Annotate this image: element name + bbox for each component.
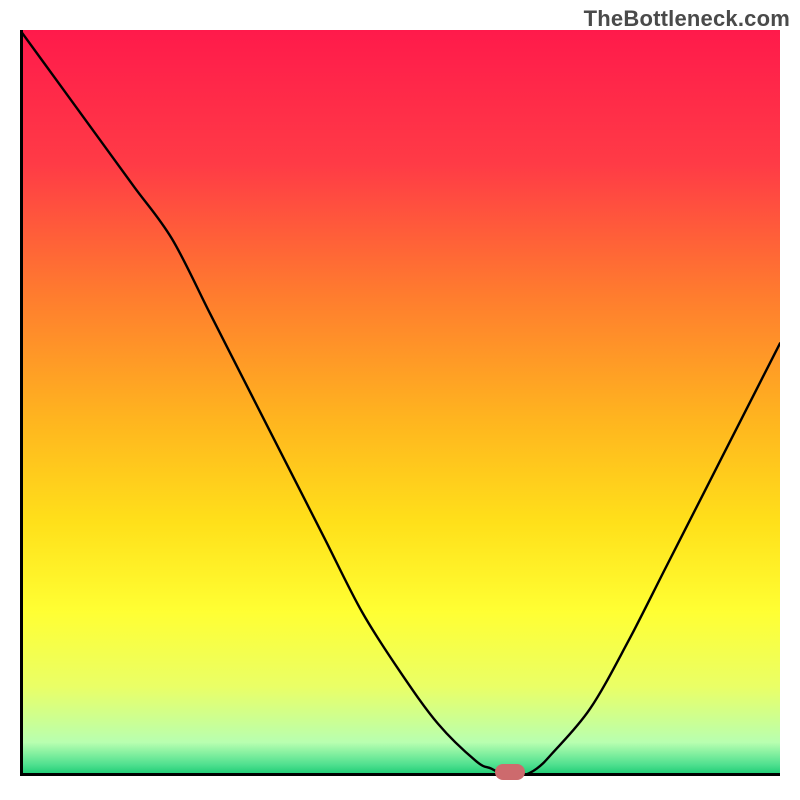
chart-stage: TheBottleneck.com [0,0,800,800]
watermark-label: TheBottleneck.com [584,6,790,32]
plot-area [20,30,780,776]
bottleneck-curve [20,30,780,776]
optimal-point-marker [495,764,525,780]
